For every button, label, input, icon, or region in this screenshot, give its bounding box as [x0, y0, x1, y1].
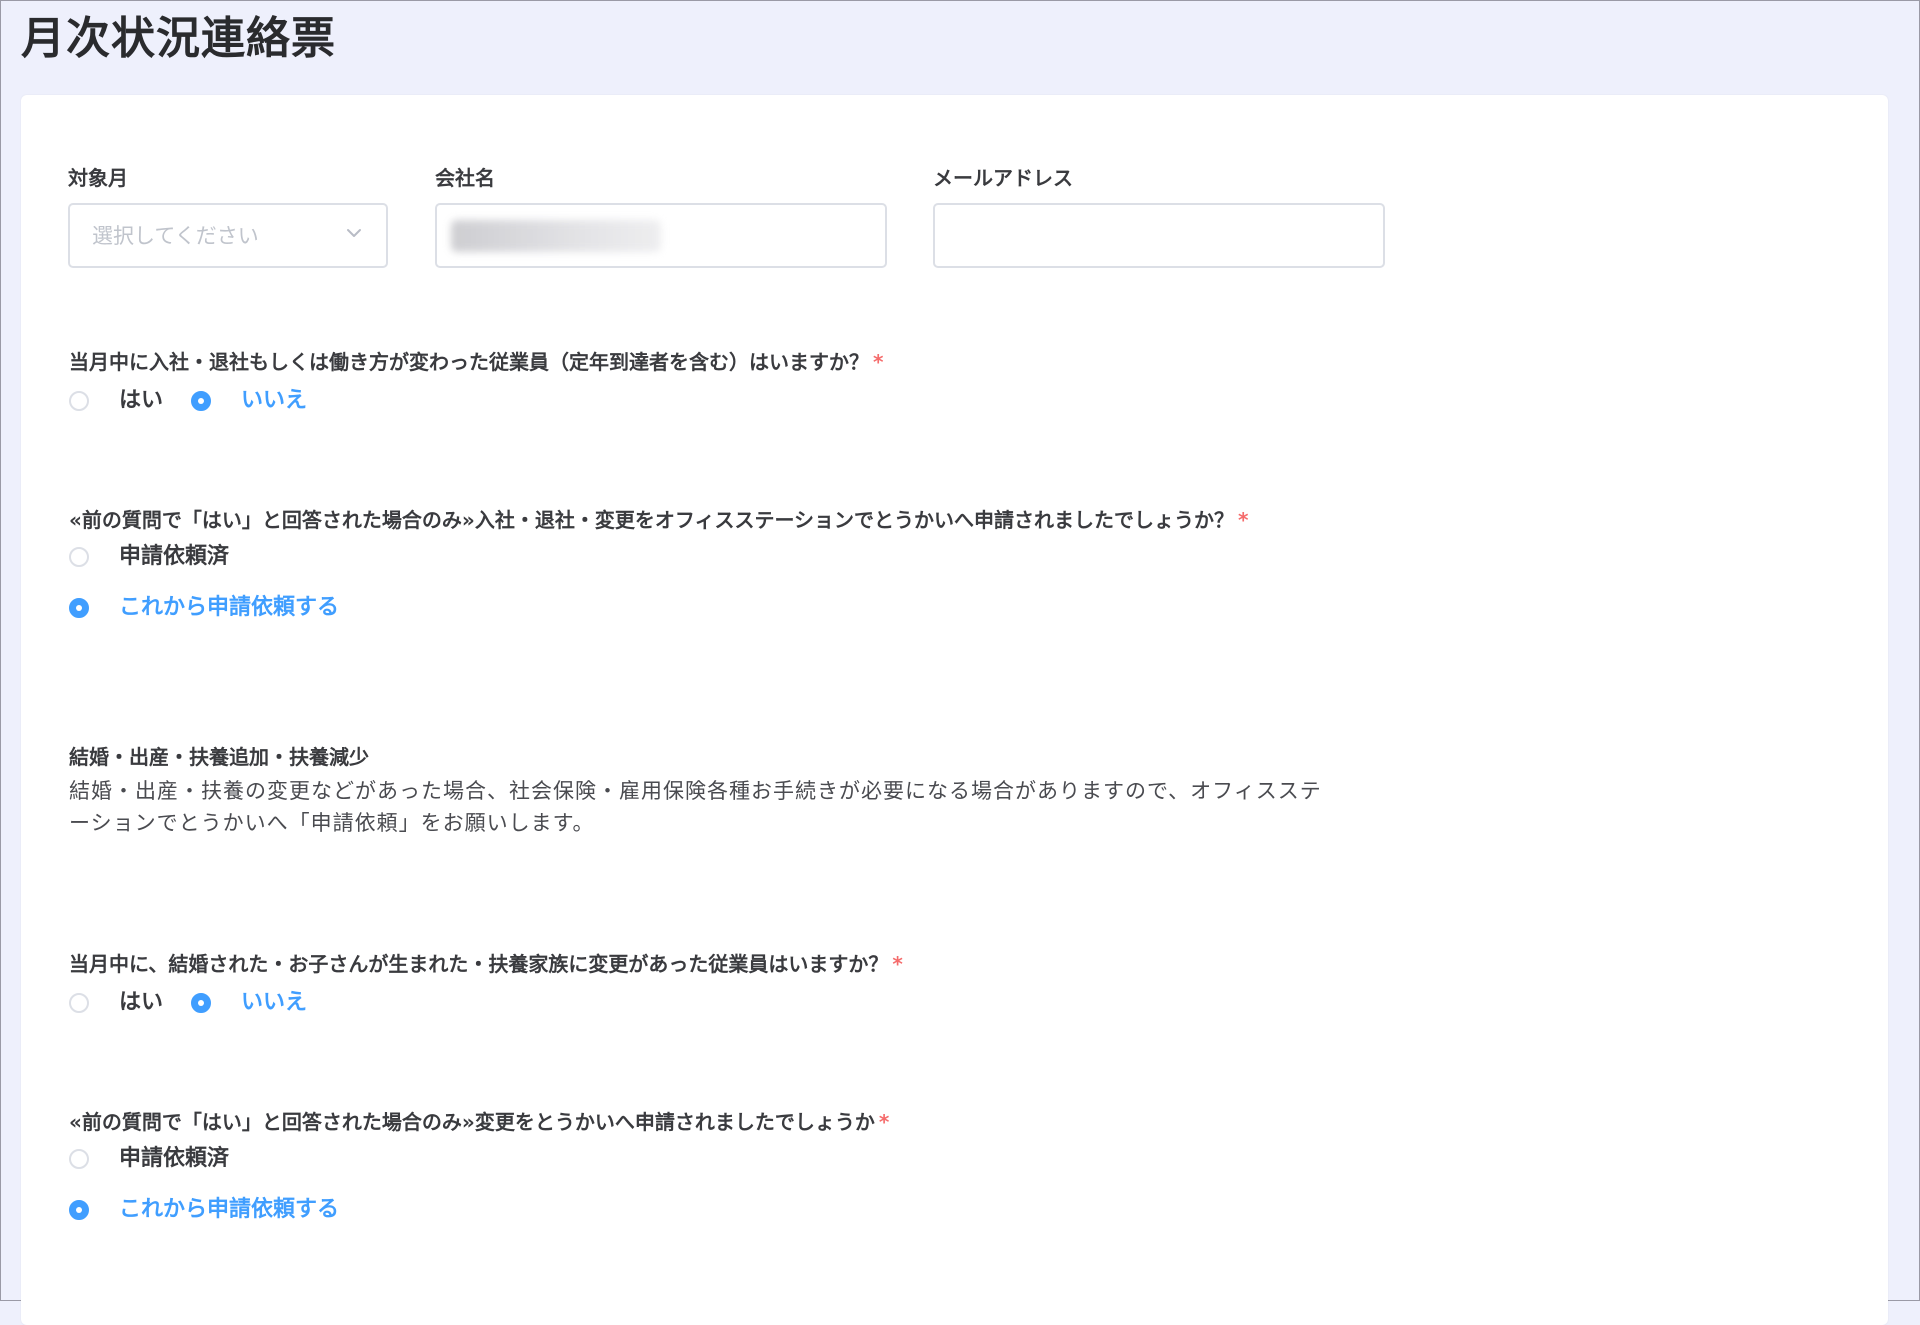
month-select[interactable]: 選択してください [68, 203, 388, 268]
required-mark: * [892, 952, 903, 976]
q2-option-will-apply-label[interactable]: これから申請依頼する [119, 593, 339, 623]
radio-unchecked-icon[interactable] [69, 1149, 89, 1169]
section-title: 結婚・出産・扶養追加・扶養減少 [69, 745, 369, 769]
q3-option-no-label[interactable]: いいえ [241, 988, 307, 1018]
q1-option-yes-label[interactable]: はい [119, 386, 163, 416]
radio-unchecked-icon[interactable] [69, 391, 89, 411]
company-input[interactable] [435, 203, 887, 268]
q2-option-applied[interactable]: 申請依頼済 [69, 542, 229, 572]
question-2-text: «前の質問で「はい」と回答された場合のみ»入社・退社・変更をオフィスステーション… [69, 508, 1235, 532]
question-3: 当月中に、結婚された・お子さんが生まれた・扶養家族に変更があった従業員はいますか… [69, 951, 903, 977]
page-title: 月次状況連絡票 [21, 13, 336, 64]
q4-option-will-apply[interactable]: これから申請依頼する [69, 1195, 339, 1225]
q4-option-will-apply-label[interactable]: これから申請依頼する [119, 1195, 339, 1225]
radio-checked-icon[interactable] [191, 993, 212, 1013]
section-description: 結婚・出産・扶養の変更などがあった場合、社会保険・雇用保険各種お手続きが必要にな… [69, 779, 1322, 835]
month-select-placeholder: 選択してください [92, 224, 259, 248]
q4-option-applied[interactable]: 申請依頼済 [69, 1144, 229, 1174]
company-value-redacted [451, 220, 661, 252]
q2-option-applied-label[interactable]: 申請依頼済 [119, 542, 229, 572]
q3-option-yes-label[interactable]: はい [119, 988, 163, 1018]
required-mark: * [1238, 508, 1249, 532]
question-3-radio-group: はい いいえ [69, 988, 307, 1018]
q1-option-no-label[interactable]: いいえ [241, 386, 307, 416]
q1-option-yes[interactable]: はい [69, 386, 163, 416]
q3-option-no[interactable]: いいえ [191, 988, 307, 1018]
question-2: «前の質問で「はい」と回答された場合のみ»入社・退社・変更をオフィスステーション… [69, 507, 1249, 533]
required-mark: * [878, 1110, 890, 1134]
form-card: 対象月 選択してください 会社名 メールアドレス 当月中に入社・退社もしくは働き… [21, 95, 1888, 1325]
q2-option-will-apply[interactable]: これから申請依頼する [69, 593, 339, 623]
chevron-down-icon [347, 229, 361, 237]
month-label: 対象月 [68, 166, 128, 190]
radio-checked-icon[interactable] [191, 391, 212, 411]
question-3-text: 当月中に、結婚された・お子さんが生まれた・扶養家族に変更があった従業員はいますか… [69, 952, 889, 976]
company-label: 会社名 [435, 166, 495, 190]
email-label: メールアドレス [933, 166, 1073, 190]
question-1: 当月中に入社・退社もしくは働き方が変わった従業員（定年到達者を含む）はいますか？… [69, 349, 883, 375]
required-mark: * [873, 350, 884, 374]
radio-checked-icon[interactable] [69, 598, 89, 618]
question-1-text: 当月中に入社・退社もしくは働き方が変わった従業員（定年到達者を含む）はいますか？ [69, 350, 869, 374]
question-1-radio-group: はい いいえ [69, 386, 307, 416]
radio-unchecked-icon[interactable] [69, 993, 89, 1013]
email-input[interactable] [933, 203, 1385, 268]
radio-checked-icon[interactable] [69, 1200, 89, 1220]
radio-unchecked-icon[interactable] [69, 547, 89, 567]
question-4: «前の質問で「はい」と回答された場合のみ»変更をとうかいへ申請されましたでしょう… [69, 1109, 889, 1135]
q1-option-no[interactable]: いいえ [191, 386, 307, 416]
question-4-text: «前の質問で「はい」と回答された場合のみ»変更をとうかいへ申請されましたでしょう… [69, 1110, 875, 1134]
q4-option-applied-label[interactable]: 申請依頼済 [119, 1144, 229, 1174]
q3-option-yes[interactable]: はい [69, 988, 163, 1018]
